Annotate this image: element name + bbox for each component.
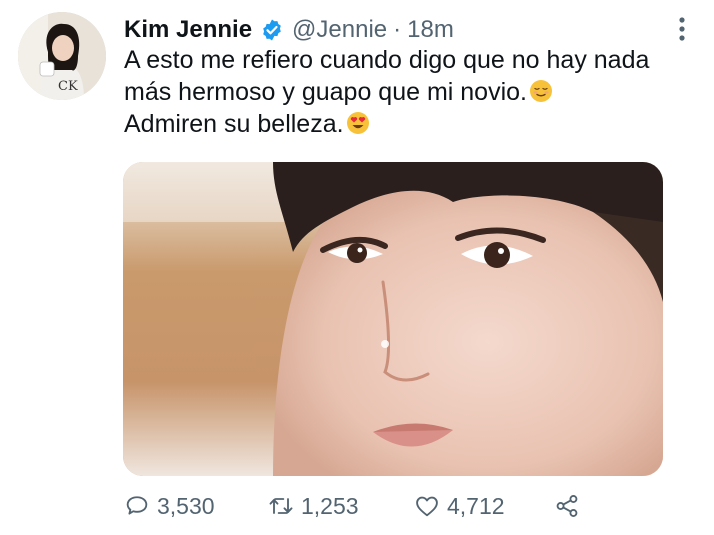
tweet-text-line: más hermoso y guapo que mi novio. bbox=[124, 76, 704, 108]
tweet-actions: 3,530 1,253 4,712 bbox=[123, 488, 663, 524]
like-button[interactable]: 4,712 bbox=[413, 488, 505, 524]
avatar[interactable]: CK bbox=[18, 12, 106, 100]
timestamp[interactable]: 18m bbox=[407, 16, 454, 44]
tweet-text-line: A esto me refiero cuando digo que no hay… bbox=[124, 46, 650, 74]
like-count: 4,712 bbox=[447, 492, 505, 519]
retweet-button[interactable]: 1,253 bbox=[267, 488, 359, 524]
verified-badge-icon bbox=[263, 19, 281, 41]
display-name[interactable]: Kim Jennie bbox=[124, 16, 252, 44]
more-vertical-icon[interactable] bbox=[675, 15, 689, 43]
separator-dot: · bbox=[393, 16, 402, 43]
tweet-card[interactable]: CK Kim Jennie @Jennie · 18m A esto me re… bbox=[0, 0, 714, 535]
tweet-header: Kim Jennie @Jennie · 18m bbox=[124, 14, 454, 46]
retweet-icon bbox=[269, 498, 293, 514]
reply-button[interactable]: 3,530 bbox=[123, 488, 215, 524]
tweet-text-line: Admiren su belleza. bbox=[124, 108, 704, 140]
heart-icon bbox=[416, 496, 438, 517]
heart-eyes-emoji bbox=[346, 112, 369, 134]
svg-text:CK: CK bbox=[58, 79, 78, 94]
retweet-count: 1,253 bbox=[301, 492, 359, 519]
tweet-photo[interactable] bbox=[123, 162, 663, 476]
share-icon bbox=[556, 495, 578, 517]
reply-icon bbox=[126, 496, 148, 515]
reply-count: 3,530 bbox=[157, 492, 215, 519]
tweet-text: A esto me refiero cuando digo que no hay… bbox=[124, 44, 704, 140]
share-button[interactable] bbox=[553, 488, 581, 524]
relieved-face-emoji bbox=[530, 80, 552, 102]
handle[interactable]: @Jennie bbox=[292, 16, 387, 44]
